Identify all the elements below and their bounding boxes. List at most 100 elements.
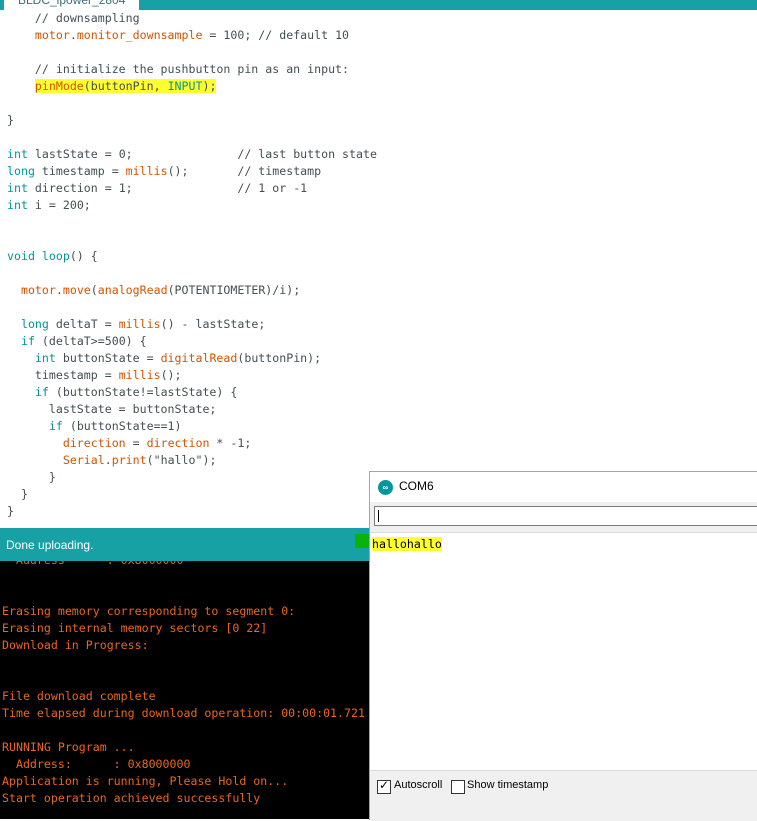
serial-monitor-window: ∞ COM6 hallohallo ✓ Autoscroll Show time… bbox=[369, 471, 757, 821]
code-token: millis bbox=[125, 164, 168, 178]
serial-title-bar: ∞ COM6 bbox=[370, 472, 757, 502]
code-token: (deltaT>=500) { bbox=[34, 334, 147, 348]
code-token: void bbox=[7, 249, 35, 263]
serial-bottom-bar bbox=[370, 770, 757, 821]
serial-port-title: COM6 bbox=[399, 479, 434, 493]
code-token: () - lastState; bbox=[160, 317, 266, 331]
code-line: lastState = buttonState; bbox=[7, 401, 217, 418]
console-output: Address : 0x8000000 Erasing memory corres… bbox=[0, 561, 370, 819]
code-token: direction = 1; // 1 or -1 bbox=[27, 181, 308, 195]
code-token: int bbox=[34, 351, 56, 365]
arduino-logo-icon: ∞ bbox=[378, 480, 393, 495]
serial-send-input[interactable] bbox=[374, 506, 757, 526]
code-token: lastState = 0; // last button state bbox=[27, 147, 377, 161]
code-token: } bbox=[7, 113, 14, 127]
code-line: // downsampling bbox=[7, 10, 140, 27]
code-line: if (buttonState==1) bbox=[7, 418, 182, 435]
code-line: direction = direction * -1; bbox=[7, 435, 252, 452]
code-token: millis bbox=[118, 317, 161, 331]
console-line: Time elapsed during download operation: … bbox=[2, 706, 365, 720]
code-line: int buttonState = digitalRead(buttonPin)… bbox=[7, 350, 321, 367]
code-token: (); bbox=[160, 368, 182, 382]
code-token: lastState = buttonState; bbox=[7, 402, 217, 416]
green-marker bbox=[355, 534, 370, 548]
code-line: } bbox=[7, 112, 14, 129]
code-line: long deltaT = millis() - lastState; bbox=[7, 316, 265, 333]
code-token: motor bbox=[20, 283, 56, 297]
code-token: // downsampling bbox=[7, 11, 140, 25]
code-token: loop bbox=[41, 249, 70, 263]
console-line: Download in Progress: bbox=[2, 638, 149, 652]
code-token: digitalRead bbox=[160, 351, 238, 365]
console-line: Erasing memory corresponding to segment … bbox=[2, 604, 296, 618]
console-line: File download complete bbox=[2, 689, 156, 703]
code-token: long bbox=[20, 317, 49, 331]
code-token: (buttonState!=lastState) { bbox=[48, 385, 238, 399]
show-timestamp-label: Show timestamp bbox=[467, 779, 549, 791]
code-token: timestamp = bbox=[7, 368, 119, 382]
code-token: (); // timestamp bbox=[167, 164, 322, 178]
code-line: int lastState = 0; // last button state bbox=[7, 146, 377, 163]
code-token: int bbox=[7, 147, 28, 161]
code-token: = 100; // default 10 bbox=[202, 28, 350, 42]
code-line: Serial.print("hallo"); bbox=[7, 452, 217, 469]
code-token: if bbox=[20, 334, 35, 348]
code-line: if (buttonState!=lastState) { bbox=[7, 384, 237, 401]
code-token: () { bbox=[69, 249, 98, 263]
code-token: } bbox=[7, 504, 14, 518]
code-line: void loop() { bbox=[7, 248, 98, 265]
code-token: INPUT bbox=[167, 79, 203, 93]
code-token: * -1; bbox=[209, 436, 252, 450]
code-line: } bbox=[7, 486, 28, 503]
code-token: . bbox=[69, 28, 77, 42]
tab-sketch[interactable]: BLDC_ipower_2804 bbox=[4, 0, 140, 10]
status-text: Done uploading. bbox=[6, 538, 94, 552]
tab-bar: BLDC_ipower_2804 bbox=[0, 0, 757, 10]
code-token: analogRead bbox=[97, 283, 168, 297]
code-token: // initialize the pushbutton pin as an i… bbox=[7, 62, 350, 76]
code-token: motor bbox=[34, 28, 70, 42]
code-token: (buttonPin); bbox=[237, 351, 322, 365]
code-token: monitor_downsample bbox=[76, 28, 203, 42]
check-icon: ✓ bbox=[379, 778, 390, 792]
code-token: timestamp = bbox=[34, 164, 126, 178]
code-line: motor.monitor_downsample = 100; // defau… bbox=[7, 27, 349, 44]
code-line: } bbox=[7, 469, 56, 486]
code-token: if bbox=[48, 419, 63, 433]
code-line: motor.move(analogRead(POTENTIOMETER)/i); bbox=[7, 282, 300, 299]
code-token: if bbox=[34, 385, 49, 399]
code-token: int bbox=[7, 181, 28, 195]
console-line: Erasing internal memory sectors [0 22] bbox=[2, 621, 268, 635]
code-line: // initialize the pushbutton pin as an i… bbox=[7, 61, 349, 78]
code-token: millis bbox=[118, 368, 161, 382]
code-editor[interactable]: // downsampling motor.monitor_downsample… bbox=[0, 10, 757, 528]
code-line: long timestamp = millis(); // timestamp bbox=[7, 163, 321, 180]
code-token: print bbox=[111, 453, 147, 467]
code-line: } bbox=[7, 503, 14, 520]
code-token: . bbox=[55, 283, 63, 297]
code-line: int i = 200; bbox=[7, 197, 91, 214]
code-token: buttonState = bbox=[55, 351, 161, 365]
autoscroll-checkbox[interactable]: ✓ bbox=[377, 778, 391, 794]
console-line: RUNNING Program ... bbox=[2, 740, 135, 754]
code-token: ); bbox=[202, 79, 217, 93]
code-line: int direction = 1; // 1 or -1 bbox=[7, 180, 307, 197]
code-token: int bbox=[7, 198, 28, 212]
code-token: = bbox=[125, 436, 147, 450]
code-token: direction bbox=[62, 436, 126, 450]
autoscroll-label: Autoscroll bbox=[394, 779, 443, 791]
code-line: timestamp = millis(); bbox=[7, 367, 182, 384]
serial-output-area[interactable]: hallohallo bbox=[370, 532, 757, 771]
code-token: deltaT = bbox=[48, 317, 119, 331]
code-token: pinMode bbox=[34, 79, 84, 93]
show-timestamp-checkbox[interactable] bbox=[451, 780, 465, 794]
code-line: pinMode(buttonPin, INPUT); bbox=[7, 78, 217, 95]
code-token: i = 200; bbox=[27, 198, 91, 212]
